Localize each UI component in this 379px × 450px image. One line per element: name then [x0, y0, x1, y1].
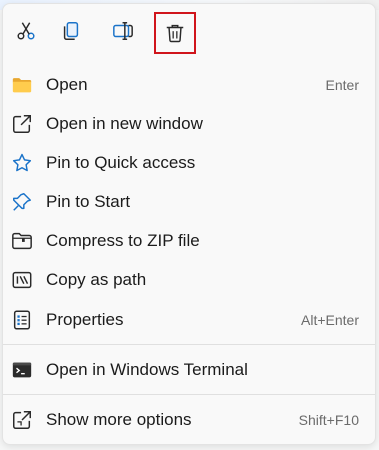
menu-item-label: Pin to Start: [46, 192, 131, 211]
scissors-icon: [17, 22, 35, 40]
pin-icon: [11, 191, 33, 213]
menu-separator: [3, 344, 375, 345]
menu-item-open-in-windows-terminal[interactable]: Open in Windows Terminal: [3, 353, 375, 387]
menu-item-shortcut: Shift+F10: [298, 412, 359, 428]
menu-item-open[interactable]: Open Enter: [3, 68, 375, 102]
terminal-icon: [11, 359, 33, 381]
menu-item-copy-as-path[interactable]: Copy as path: [3, 263, 375, 297]
menu-item-shortcut: Enter: [325, 77, 359, 93]
trash-icon: [166, 24, 184, 43]
properties-icon: [11, 309, 33, 331]
menu-item-label: Open in new window: [46, 114, 203, 133]
menu-item-shortcut: Alt+Enter: [301, 312, 359, 328]
more-options-icon: [11, 409, 33, 431]
menu-item-label: Show more options: [46, 410, 192, 429]
menu-item-label: Pin to Quick access: [46, 153, 196, 172]
context-menu-toolbar: [3, 12, 375, 60]
open-in-new-window-icon: [11, 113, 33, 135]
cut-button[interactable]: [9, 14, 43, 48]
context-menu: Open Enter Open in new window Pin to Qui…: [2, 3, 376, 445]
rename-button[interactable]: [106, 14, 140, 48]
copy-button[interactable]: [54, 14, 88, 48]
menu-item-compress-to-zip[interactable]: Compress to ZIP file: [3, 224, 375, 258]
zip-folder-icon: [11, 230, 33, 252]
menu-item-label: Copy as path: [46, 270, 147, 289]
menu-item-label: Open: [46, 75, 88, 94]
folder-icon: [11, 74, 33, 96]
menu-item-pin-to-start[interactable]: Pin to Start: [3, 185, 375, 219]
path-icon: [11, 269, 33, 291]
star-icon: [11, 152, 33, 174]
menu-item-label: Compress to ZIP file: [46, 231, 200, 250]
delete-button[interactable]: [154, 12, 196, 54]
menu-item-label: Properties: [46, 310, 124, 329]
menu-separator: [3, 394, 375, 395]
menu-item-show-more-options[interactable]: Show more options Shift+F10: [3, 403, 375, 437]
menu-item-pin-to-quick-access[interactable]: Pin to Quick access: [3, 146, 375, 180]
rename-icon: [113, 22, 133, 40]
menu-item-label: Open in Windows Terminal: [46, 360, 248, 379]
menu-item-open-in-new-window[interactable]: Open in new window: [3, 107, 375, 141]
menu-item-properties[interactable]: Properties Alt+Enter: [3, 303, 375, 337]
copy-icon: [63, 22, 79, 40]
